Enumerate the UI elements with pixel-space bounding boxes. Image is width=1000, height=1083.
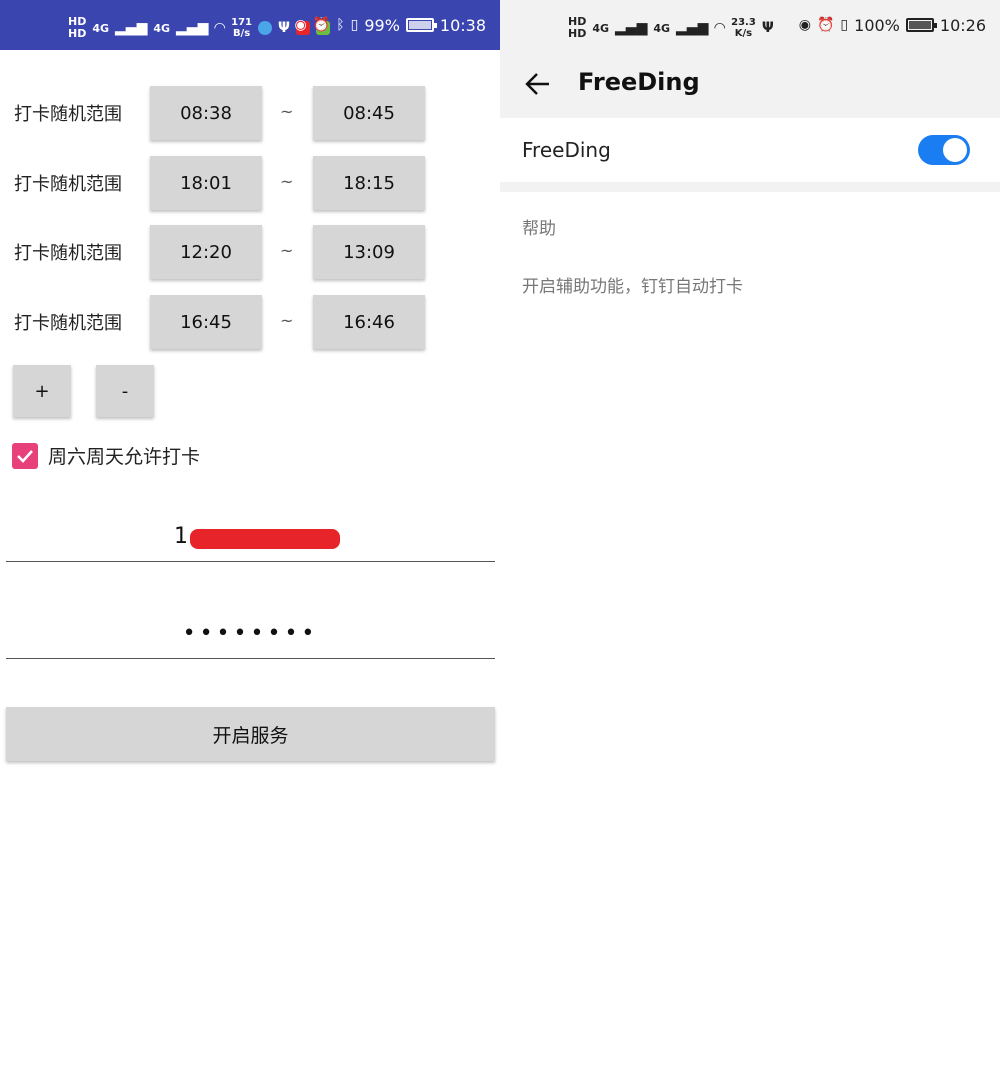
- right-screen: HD HD 4G ▂▄▆ 4G ▂▄▆ ◠ 23.3 K/s Ψ ◉ ⏰ ▯ 1…: [500, 0, 1000, 1083]
- section-divider: [500, 182, 1000, 192]
- redaction-mark: [190, 529, 340, 549]
- range-start-button[interactable]: 08:38: [150, 86, 262, 140]
- password-input[interactable]: [6, 609, 495, 659]
- range-label: 打卡随机范围: [14, 104, 122, 125]
- clock: 10:26: [939, 15, 986, 35]
- range-start-button[interactable]: 18:01: [150, 156, 262, 210]
- status-bar: HD HD 4G ▂▄▆ 4G ▂▄▆ ◠ 171 B/s Ψ ◉ ⏰ ᛒ ▯ …: [0, 0, 500, 50]
- back-arrow-icon: [525, 73, 549, 95]
- clock: 10:38: [439, 15, 486, 35]
- range-label: 打卡随机范围: [14, 243, 122, 264]
- back-button[interactable]: [522, 68, 554, 100]
- status-bar: HD HD 4G ▂▄▆ 4G ▂▄▆ ◠ 23.3 K/s Ψ ◉ ⏰ ▯ 1…: [500, 0, 1000, 50]
- status-icons-left: HD HD 4G ▂▄▆ 4G ▂▄▆ ◠ 171 B/s Ψ: [68, 16, 330, 40]
- range-separator: ~: [280, 102, 294, 121]
- weekend-checkbox-row[interactable]: 周六周天允许打卡: [12, 442, 200, 469]
- add-range-button[interactable]: +: [13, 365, 71, 417]
- left-screen: HD HD 4G ▂▄▆ 4G ▂▄▆ ◠ 171 B/s Ψ ◉ ⏰ ᛒ ▯ …: [0, 0, 500, 1083]
- usb-icon: Ψ: [278, 20, 290, 36]
- range-separator: ~: [280, 172, 294, 191]
- wifi-icon: ◠: [714, 20, 726, 36]
- time-range-row: 打卡随机范围 18:01 ~ 18:15: [0, 156, 500, 212]
- signal-indicator: 4G: [92, 21, 110, 35]
- range-separator: ~: [280, 311, 294, 330]
- net-speed: 171 B/s: [231, 17, 252, 39]
- status-icons-left: HD HD 4G ▂▄▆ 4G ▂▄▆ ◠ 23.3 K/s Ψ: [568, 16, 774, 40]
- signal-indicator: 4G: [153, 21, 171, 35]
- range-separator: ~: [280, 241, 294, 260]
- bluetooth-icon: ᛒ: [336, 17, 345, 33]
- start-service-button[interactable]: 开启服务: [6, 707, 495, 761]
- setting-label: FreeDing: [522, 138, 611, 162]
- battery-icon: [905, 18, 937, 32]
- range-label: 打卡随机范围: [14, 174, 122, 195]
- signal-bars-icon: ▂▄▆: [615, 20, 648, 36]
- battery-percent: 99%: [364, 15, 400, 35]
- time-range-row: 打卡随机范围 16:45 ~ 16:46: [0, 295, 500, 351]
- status-icons-right: ◉ ⏰ ᛒ ▯ 99% 10:38: [295, 0, 486, 50]
- range-label: 打卡随机范围: [14, 313, 122, 334]
- range-start-button[interactable]: 12:20: [150, 225, 262, 279]
- vibrate-icon: ▯: [840, 17, 849, 33]
- app-notification-icon: [258, 21, 272, 35]
- signal-indicator: 4G: [653, 21, 671, 35]
- range-end-button[interactable]: 08:45: [313, 86, 425, 140]
- signal-bars-icon: ▂▄▆: [676, 20, 709, 36]
- app-bar: FreeDing: [500, 50, 1000, 118]
- toggle-knob: [943, 138, 967, 162]
- weekend-checkbox-label: 周六周天允许打卡: [48, 446, 201, 468]
- alarm-icon: ⏰: [816, 17, 835, 33]
- help-section-header: 帮助: [522, 219, 556, 239]
- range-end-button[interactable]: 18:15: [313, 156, 425, 210]
- time-range-row: 打卡随机范围 08:38 ~ 08:45: [0, 86, 500, 142]
- alarm-icon: ⏰: [312, 17, 331, 33]
- status-icons-right: ◉ ⏰ ▯ 100% 10:26: [799, 0, 986, 50]
- range-end-button[interactable]: 16:46: [313, 295, 425, 349]
- eye-comfort-icon: ◉: [798, 17, 811, 33]
- eye-comfort-icon: ◉: [294, 17, 307, 33]
- weekend-checkbox[interactable]: [12, 442, 38, 469]
- signal-bars-icon: ▂▄▆: [115, 20, 148, 36]
- freeding-toggle[interactable]: [918, 135, 970, 165]
- range-end-button[interactable]: 13:09: [313, 225, 425, 279]
- check-icon: [17, 449, 33, 463]
- page-title: FreeDing: [578, 68, 700, 96]
- wifi-icon: ◠: [214, 20, 226, 36]
- signal-bars-icon: ▂▄▆: [176, 20, 209, 36]
- signal-indicator: 4G: [592, 21, 610, 35]
- vibrate-icon: ▯: [350, 17, 359, 33]
- battery-icon: [405, 18, 437, 32]
- net-speed: 23.3 K/s: [731, 17, 756, 39]
- freeding-setting-row[interactable]: FreeDing: [500, 118, 1000, 182]
- help-text: 开启辅助功能，钉钉自动打卡: [522, 277, 743, 297]
- remove-range-button[interactable]: -: [96, 365, 154, 417]
- battery-percent: 100%: [854, 15, 900, 35]
- hd-indicator: HD: [568, 27, 587, 40]
- range-start-button[interactable]: 16:45: [150, 295, 262, 349]
- usb-icon: Ψ: [761, 20, 774, 36]
- hd-indicator: HD: [68, 27, 87, 40]
- time-range-row: 打卡随机范围 12:20 ~ 13:09: [0, 225, 500, 281]
